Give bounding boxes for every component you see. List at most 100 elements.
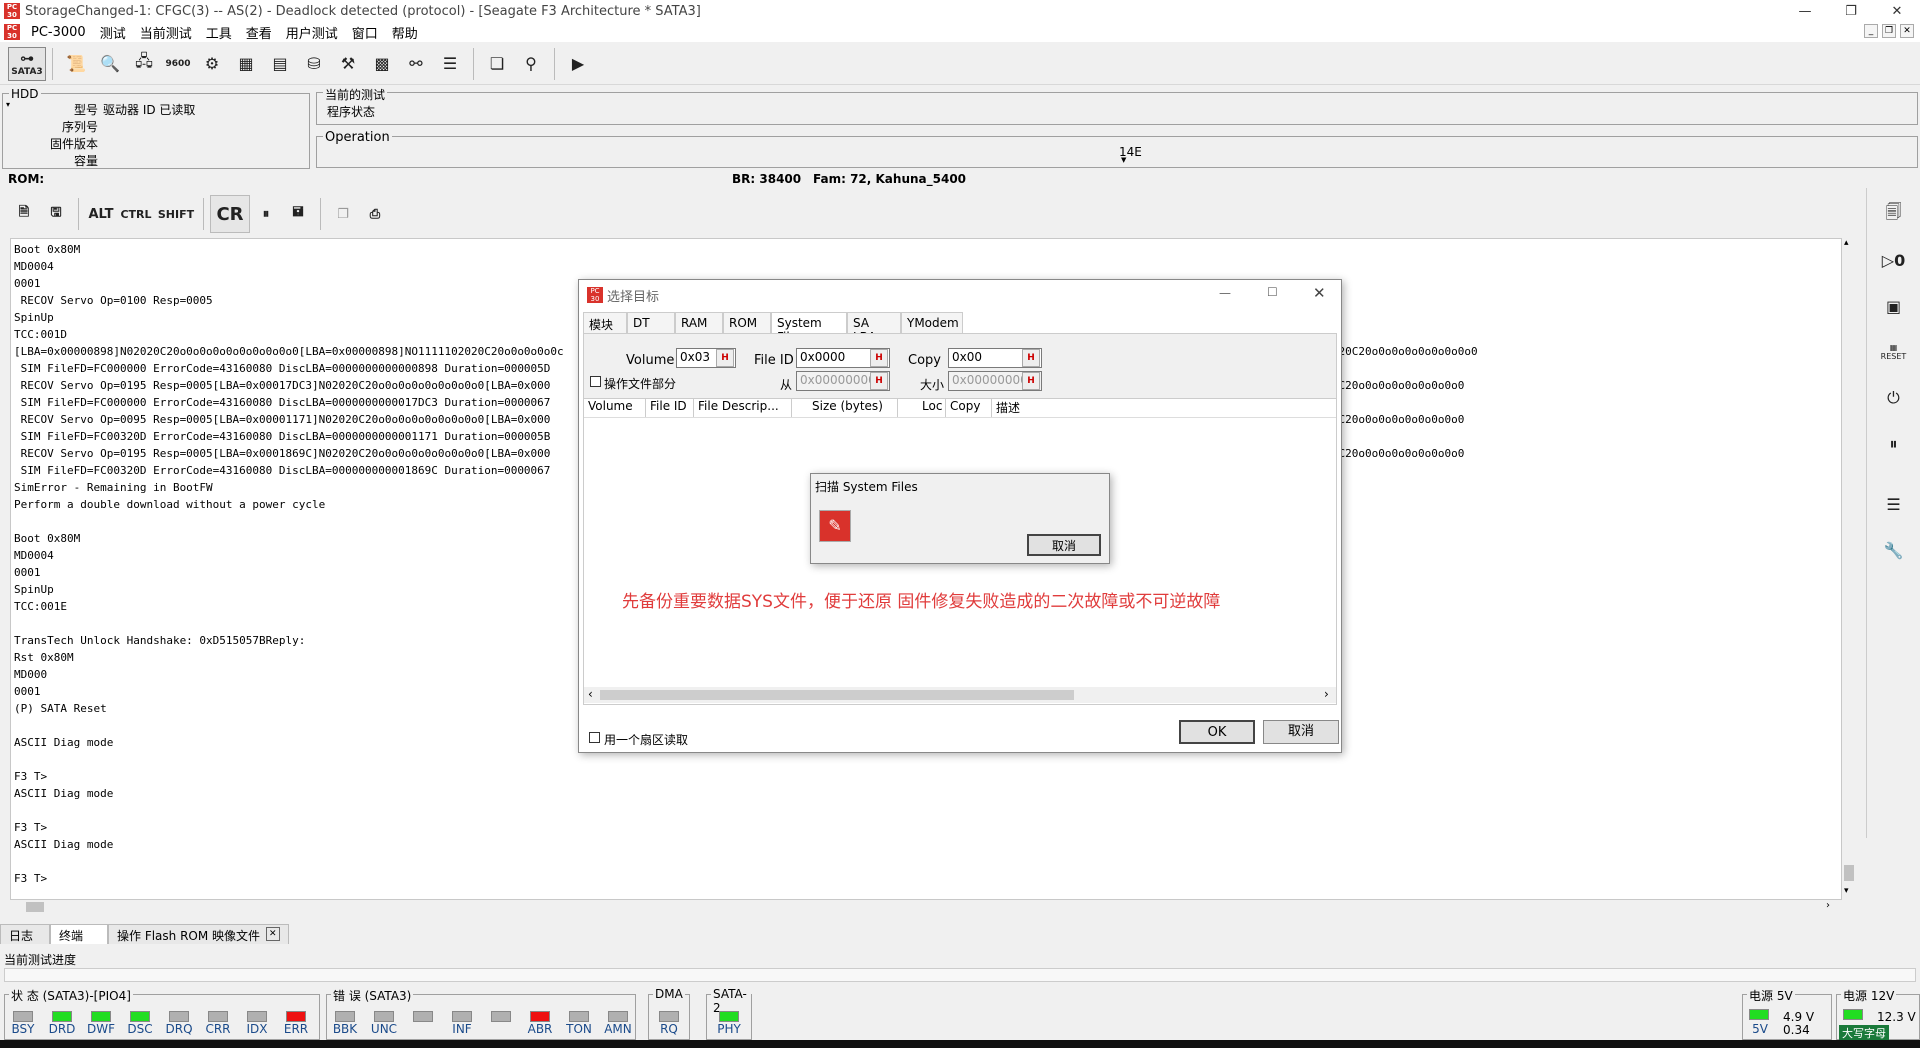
- list-icon[interactable]: ☰: [433, 47, 467, 81]
- operation-group: Operation 14E ▼: [316, 130, 1918, 168]
- tab-ram[interactable]: RAM: [675, 312, 723, 333]
- mdi-minimize-icon[interactable]: _: [1864, 24, 1878, 38]
- pause-icon[interactable]: ⏸: [250, 198, 282, 230]
- menu-view[interactable]: 查看: [239, 23, 279, 42]
- mdi-restore-icon[interactable]: ❐: [1882, 24, 1896, 38]
- hdd-firmware-label: 固件版本: [49, 137, 98, 151]
- col-description[interactable]: 描述: [992, 399, 1052, 417]
- error-led-bbk: [335, 1011, 355, 1022]
- close-icon[interactable]: ✕: [1874, 0, 1920, 22]
- windows-icon[interactable]: ❏: [480, 47, 514, 81]
- settings-list-icon[interactable]: ☰: [1874, 484, 1914, 524]
- list-scroll-left-icon[interactable]: ‹: [588, 687, 593, 701]
- shift-button[interactable]: SHIFT: [155, 198, 197, 230]
- tab-system-file[interactable]: System File: [771, 312, 847, 344]
- sata3-button[interactable]: ⊶ SATA3: [8, 46, 46, 81]
- ok-button[interactable]: OK: [1179, 720, 1255, 744]
- open-file-icon[interactable]: 🗎: [8, 198, 40, 230]
- col-volume[interactable]: Volume: [584, 399, 646, 417]
- pause-side-icon[interactable]: ⏸: [1874, 424, 1914, 464]
- tab-module[interactable]: 模块: [583, 312, 627, 333]
- error-led-label-ton: TON: [566, 1022, 592, 1036]
- tab-flash-rom[interactable]: 操作 Flash ROM 映像文件 ✕: [108, 924, 289, 944]
- menu-tools[interactable]: 工具: [199, 23, 239, 42]
- dialog-minimize-icon[interactable]: —: [1219, 286, 1231, 300]
- menu-current-test[interactable]: 当前测试: [133, 23, 199, 42]
- tab-log[interactable]: 日志: [0, 924, 50, 944]
- cr-button[interactable]: CR: [210, 195, 250, 233]
- menu-window[interactable]: 窗口: [345, 23, 385, 42]
- menu-test[interactable]: 测试: [93, 23, 133, 42]
- menu-help[interactable]: 帮助: [385, 23, 425, 42]
- zero-icon[interactable]: ▷0: [1874, 240, 1914, 280]
- dialog-close-icon[interactable]: ✕: [1313, 284, 1326, 302]
- nodes-icon[interactable]: ⚯: [399, 47, 433, 81]
- col-loc[interactable]: Loc: [898, 399, 946, 417]
- save-log-icon[interactable]: 🖬: [282, 198, 314, 230]
- baud-rate-icon[interactable]: 9600: [161, 47, 195, 81]
- copy-hex-icon[interactable]: H: [1022, 349, 1040, 367]
- state-led-bsy: [13, 1011, 33, 1022]
- wrench-icon[interactable]: 🔧: [1874, 530, 1914, 570]
- col-copy[interactable]: Copy: [946, 399, 992, 417]
- hscroll-thumb[interactable]: [26, 902, 44, 912]
- menu-pc3000[interactable]: PC-3000: [24, 25, 93, 40]
- tab-ymodem[interactable]: YModem: [901, 312, 963, 333]
- list-scroll-right-icon[interactable]: ›: [1324, 687, 1329, 701]
- operate-file-part-checkbox[interactable]: [590, 376, 601, 387]
- tab-rom[interactable]: ROM: [723, 312, 771, 333]
- copy-icon[interactable]: ❐: [327, 198, 359, 230]
- col-file-id[interactable]: File ID: [646, 399, 694, 417]
- script-icon[interactable]: 📜: [59, 47, 93, 81]
- scroll-up-icon[interactable]: ▴: [1844, 238, 1849, 248]
- search-key-icon[interactable]: 🔍: [93, 47, 127, 81]
- hdd-model-value: 驱动器 ID 已读取: [103, 103, 196, 117]
- tab-terminal[interactable]: 终端: [50, 924, 108, 944]
- menu-user-test[interactable]: 用户测试: [279, 23, 345, 42]
- scan-cancel-button[interactable]: 取消: [1027, 534, 1101, 556]
- tab-sa-lba[interactable]: SA LBA: [847, 312, 901, 344]
- tools-icon[interactable]: ⚒: [331, 47, 365, 81]
- col-file-descrip[interactable]: File Descrip...: [694, 399, 792, 417]
- print-icon[interactable]: ⎙: [359, 198, 391, 230]
- network-icon[interactable]: 🖧: [127, 47, 161, 81]
- dma-group: DMA RQ: [648, 987, 690, 1040]
- power-plug-icon[interactable]: ⏻: [1874, 378, 1914, 418]
- state-led-drq: [169, 1011, 189, 1022]
- hdd-group: HDD ▾ 型号 驱动器 ID 已读取 序列号 固件版本 容量: [2, 87, 310, 169]
- console-vertical-scrollbar[interactable]: ▴ ▾: [1842, 238, 1856, 900]
- card-icon[interactable]: 🗐: [1874, 194, 1914, 234]
- single-sector-checkbox[interactable]: [589, 732, 600, 743]
- user-icon[interactable]: ⚲: [514, 47, 548, 81]
- grid-icon[interactable]: ▩: [365, 47, 399, 81]
- ctrl-button[interactable]: CTRL: [117, 198, 155, 230]
- chip-icon[interactable]: ▦: [229, 47, 263, 81]
- scroll-right-icon[interactable]: ›: [1826, 900, 1830, 911]
- save-file-icon[interactable]: 🖫: [40, 198, 72, 230]
- restore-icon[interactable]: ❐: [1828, 0, 1874, 22]
- mdi-close-icon[interactable]: ✕: [1900, 24, 1914, 38]
- reset-icon[interactable]: ▦ RESET: [1874, 332, 1914, 372]
- tab-dt[interactable]: DT: [627, 312, 675, 333]
- cancel-button[interactable]: 取消: [1263, 720, 1339, 744]
- list-hscroll-thumb[interactable]: [600, 690, 1074, 700]
- file-id-hex-icon[interactable]: H: [870, 349, 888, 367]
- disk-icon[interactable]: ⛁: [297, 47, 331, 81]
- console-horizontal-scrollbar[interactable]: ›: [10, 900, 1842, 914]
- dialog-maximize-icon[interactable]: ☐: [1267, 285, 1278, 299]
- from-label: 从: [780, 378, 793, 392]
- scroll-down-icon[interactable]: ▾: [1844, 886, 1849, 896]
- map-icon[interactable]: ▤: [263, 47, 297, 81]
- gear-icon[interactable]: ⚙: [195, 47, 229, 81]
- size-hex-icon[interactable]: H: [1022, 372, 1040, 390]
- col-size[interactable]: Size (bytes): [792, 399, 898, 417]
- play-icon[interactable]: ▶: [561, 47, 595, 81]
- minimize-icon[interactable]: —: [1782, 0, 1828, 22]
- tab-close-icon[interactable]: ✕: [266, 927, 280, 941]
- from-hex-icon[interactable]: H: [870, 372, 888, 390]
- board-icon[interactable]: ▣: [1874, 286, 1914, 326]
- volume-hex-icon[interactable]: H: [716, 349, 734, 367]
- file-list-hscroll[interactable]: ‹ ›: [584, 687, 1336, 703]
- alt-button[interactable]: ALT: [85, 198, 117, 230]
- scroll-thumb[interactable]: [1844, 865, 1854, 881]
